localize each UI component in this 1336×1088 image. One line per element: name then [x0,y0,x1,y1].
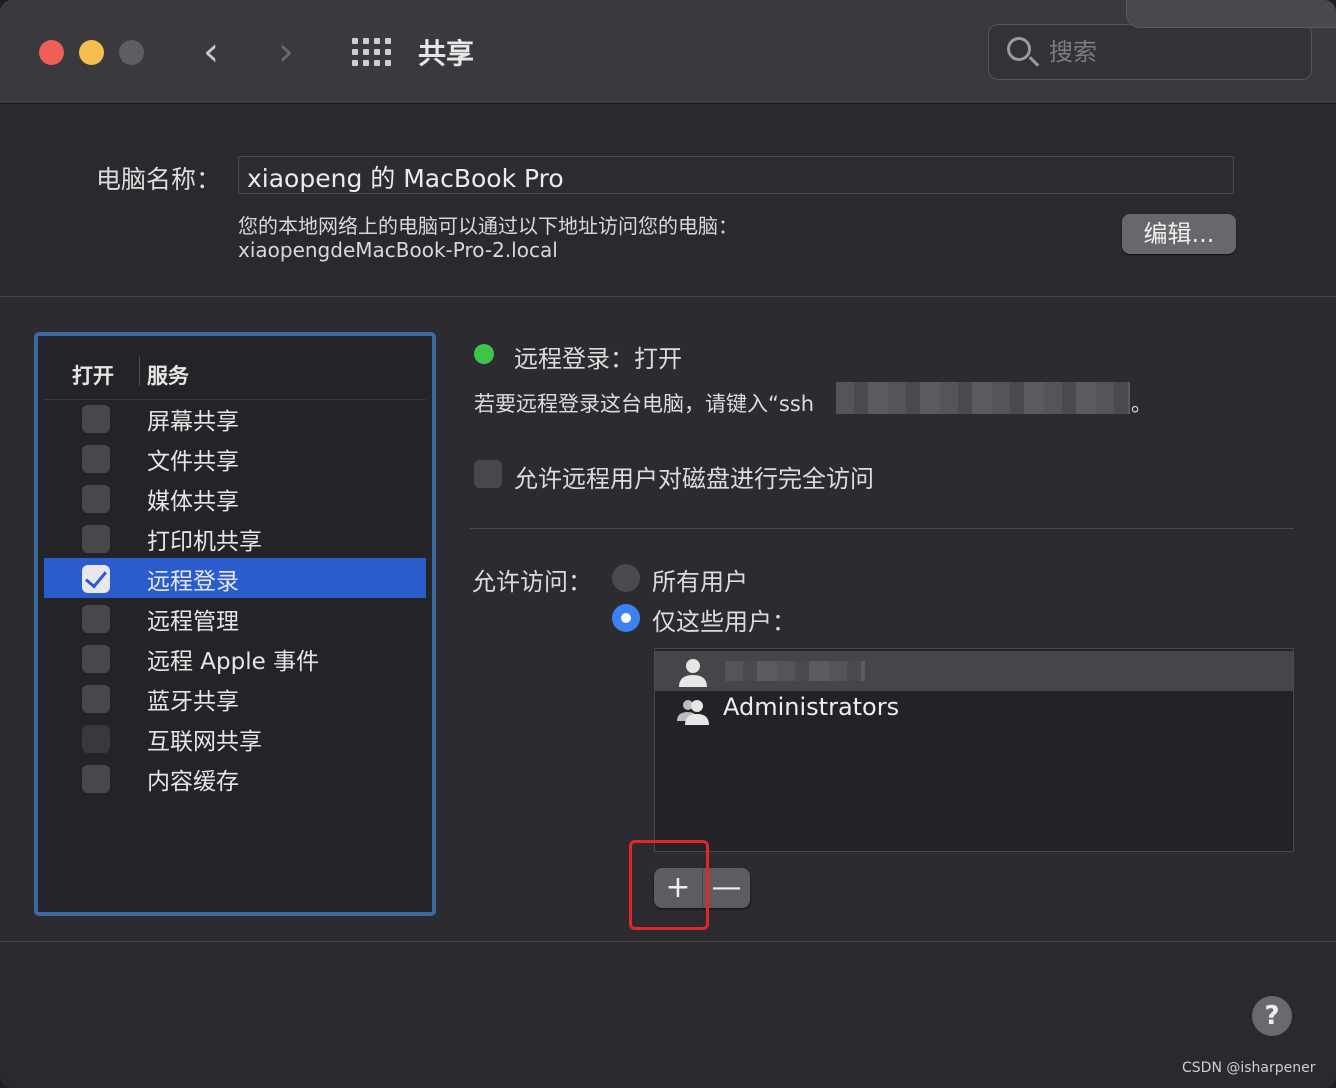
service-row-content-caching[interactable]: 内容缓存 [44,758,426,798]
service-checkbox[interactable] [82,525,110,553]
service-row-remote-login[interactable]: 远程登录 [44,558,426,598]
user-label: Administrators [723,693,900,721]
allow-access-label: 允许访问： [472,568,592,596]
edit-button[interactable]: 编辑... [1122,214,1236,254]
service-row-printer-sharing[interactable]: 打印机共享 [44,518,426,558]
service-label: 远程 Apple 事件 [147,649,320,675]
user-icon [679,659,707,687]
title-bar: ‹ › 共享 [0,0,1336,104]
local-hostname: xiaopengdeMacBook-Pro-2.local [238,238,558,262]
redacted-address [836,382,1130,414]
remove-user-button[interactable]: — [702,868,750,908]
computer-name-label: 电脑名称： [96,165,222,194]
service-row-screen-sharing[interactable]: 屏幕共享 [44,398,426,438]
help-button[interactable]: ? [1252,996,1292,1036]
only-these-users-label: 仅这些用户： [652,608,796,636]
forward-chevron-icon[interactable]: › [278,28,294,76]
service-checkbox-checked[interactable] [82,565,110,593]
column-header-on[interactable]: 打开 [72,360,114,390]
service-row-media-sharing[interactable]: 媒体共享 [44,478,426,518]
search-field[interactable] [988,24,1312,80]
highlight-annotation [629,840,709,930]
service-checkbox[interactable] [82,605,110,633]
service-label: 内容缓存 [147,769,239,795]
status-indicator-icon [474,344,494,364]
service-label: 远程登录 [147,569,239,595]
service-label: 打印机共享 [147,529,262,555]
group-icon [677,700,709,725]
service-checkbox[interactable] [82,485,110,513]
column-header-service[interactable]: 服务 [147,360,189,390]
service-row-file-sharing[interactable]: 文件共享 [44,438,426,478]
preferences-window: ‹ › 共享 电脑名称： xiaopeng 的 MacBook Pro 您的本地… [0,0,1336,1088]
search-input[interactable] [1049,35,1289,69]
service-row-remote-apple-events[interactable]: 远程 Apple 事件 [44,638,426,678]
services-list: 打开 服务 屏幕共享 文件共享 媒体共享 打印机共享 远程登录 远程管理 远程 … [34,332,436,916]
service-label: 屏幕共享 [147,409,239,435]
radio-all-users[interactable] [612,564,640,592]
services-header: 打开 服务 [44,342,426,400]
show-all-grid-icon[interactable] [352,38,391,66]
redacted-username [725,661,865,681]
full-disk-access-label: 允许远程用户对磁盘进行完全访问 [514,465,874,493]
service-label: 文件共享 [147,449,239,475]
close-button[interactable] [39,40,64,65]
service-label: 互联网共享 [147,729,262,755]
service-checkbox[interactable] [82,725,110,753]
user-row-administrators[interactable]: Administrators [655,689,1293,729]
minimize-button[interactable] [79,40,104,65]
user-row-redacted[interactable] [655,651,1293,691]
computer-name-field[interactable]: xiaopeng 的 MacBook Pro [238,156,1234,194]
service-checkbox[interactable] [82,645,110,673]
service-label: 蓝牙共享 [147,689,239,715]
remote-login-status: 远程登录：打开 [514,345,682,373]
allowed-users-list[interactable]: Administrators [654,648,1294,852]
watermark: CSDN @isharpener [1182,1060,1316,1076]
window-title: 共享 [418,37,475,70]
back-chevron-icon[interactable]: ‹ [203,28,219,76]
service-label: 远程管理 [147,609,239,635]
search-icon [1007,37,1031,61]
address-hint: 您的本地网络上的电脑可以通过以下地址访问您的电脑： [238,214,738,238]
service-row-remote-management[interactable]: 远程管理 [44,598,426,638]
service-checkbox[interactable] [82,405,110,433]
radio-only-these-users[interactable] [612,604,640,632]
zoom-button[interactable] [119,40,144,65]
service-checkbox[interactable] [82,445,110,473]
full-disk-access-checkbox[interactable] [474,460,502,488]
service-checkbox[interactable] [82,765,110,793]
service-checkbox[interactable] [82,685,110,713]
notification-corner [1126,0,1336,28]
service-row-internet-sharing[interactable]: 互联网共享 [44,718,426,758]
instruction-end: 。 [1131,392,1152,416]
service-label: 媒体共享 [147,489,239,515]
service-row-bluetooth-sharing[interactable]: 蓝牙共享 [44,678,426,718]
ssh-instruction: 若要远程登录这台电脑，请键入“ssh [474,392,815,416]
all-users-label: 所有用户 [652,568,748,596]
divider [470,528,1294,529]
